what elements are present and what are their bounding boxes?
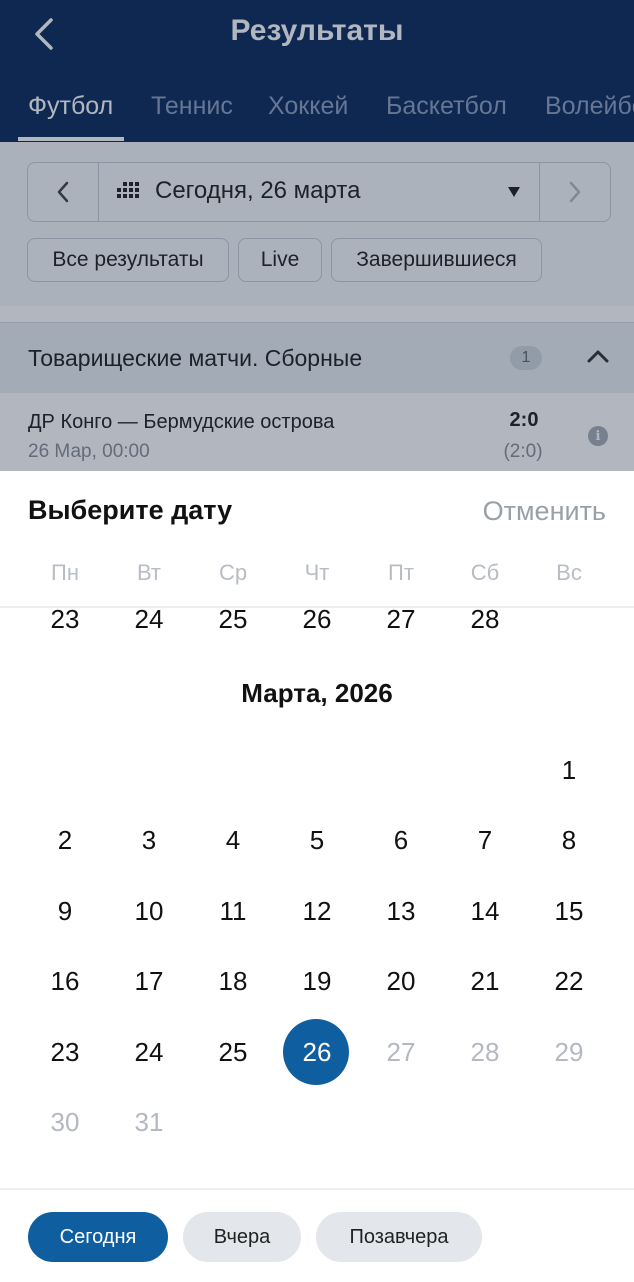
today-button[interactable]: Сегодня bbox=[28, 1212, 168, 1262]
weekday-label: Чт bbox=[304, 560, 330, 585]
modal-overlay[interactable] bbox=[0, 0, 634, 471]
calendar-day-number: 23 bbox=[50, 608, 80, 634]
calendar-day[interactable]: 10 bbox=[107, 878, 191, 944]
calendar-day-number: 5 bbox=[309, 825, 325, 855]
calendar-day-number: 17 bbox=[134, 966, 164, 996]
weekday-label: Вс bbox=[556, 560, 582, 585]
calendar-day-number: 28 bbox=[470, 1036, 500, 1067]
calendar-day-number: 24 bbox=[134, 608, 164, 634]
calendar-day[interactable]: 13 bbox=[359, 878, 443, 944]
calendar-day[interactable]: 24 bbox=[107, 1019, 191, 1085]
calendar-day-number: 18 bbox=[218, 966, 248, 996]
calendar-day: 29 bbox=[527, 1019, 611, 1085]
calendar-day-number: 3 bbox=[141, 825, 157, 855]
calendar-day-selected[interactable]: 26 bbox=[275, 1019, 359, 1085]
weekday-label: Ср bbox=[218, 560, 248, 585]
calendar-day-number: 19 bbox=[302, 966, 332, 996]
calendar-day-number: 1 bbox=[561, 754, 577, 785]
calendar-day: 27 bbox=[359, 1019, 443, 1085]
calendar-day-number: 7 bbox=[477, 825, 493, 855]
calendar-day-number: 4 bbox=[225, 825, 241, 855]
weekday-header: Пн Вт Ср Чт Пт Сб Вс bbox=[0, 560, 634, 608]
date-picker-sheet: Выберите дату Отменить Пн Вт Ср Чт Пт Сб… bbox=[0, 471, 634, 1282]
calendar-day[interactable]: 18 bbox=[191, 949, 275, 1015]
calendar-day[interactable]: 22 bbox=[527, 949, 611, 1015]
calendar-day-number: 8 bbox=[561, 825, 577, 855]
calendar-day-number: 16 bbox=[50, 966, 80, 996]
calendar-scroll-area[interactable]: Марта, 2026 23 24 25 26 27 28 1 2 3 4 5 6 7 8 9 10 11 12 1… bbox=[0, 608, 634, 1188]
calendar-day-number: 21 bbox=[470, 966, 500, 996]
calendar-day[interactable]: 15 bbox=[527, 878, 611, 944]
calendar-day-number: 25 bbox=[218, 1036, 248, 1067]
calendar-day[interactable]: 23 bbox=[23, 1019, 107, 1085]
picker-title: Выберите дату bbox=[28, 495, 233, 525]
calendar-day-number: 6 bbox=[393, 825, 409, 855]
calendar-day[interactable]: 8 bbox=[527, 808, 611, 874]
calendar-day-number: 13 bbox=[386, 895, 416, 926]
calendar-day[interactable]: 7 bbox=[443, 808, 527, 874]
calendar-day-number: 27 bbox=[386, 1036, 416, 1067]
weekday-label: Вт bbox=[136, 560, 162, 585]
calendar-day[interactable]: 21 bbox=[443, 949, 527, 1015]
calendar-day[interactable]: 3 bbox=[107, 808, 191, 874]
calendar-day-number: 30 bbox=[50, 1107, 80, 1137]
calendar-day: 30 bbox=[23, 1090, 107, 1156]
calendar-day-number: 15 bbox=[554, 895, 584, 926]
calendar-day-number: 22 bbox=[554, 966, 584, 996]
calendar-day[interactable]: 25 bbox=[191, 608, 275, 652]
calendar-day[interactable]: 16 bbox=[23, 949, 107, 1015]
weekday-label: Пн bbox=[51, 560, 79, 585]
weekday-label: Сб bbox=[470, 560, 500, 585]
calendar-day[interactable]: 5 bbox=[275, 808, 359, 874]
calendar-day-number: 31 bbox=[134, 1107, 164, 1137]
calendar-day-number: 9 bbox=[57, 895, 73, 926]
calendar-day: 31 bbox=[107, 1090, 191, 1156]
calendar-day-number: 27 bbox=[386, 608, 416, 634]
calendar-day: 28 bbox=[443, 1019, 527, 1085]
calendar-day-number: 20 bbox=[386, 966, 416, 996]
calendar-day[interactable]: 6 bbox=[359, 808, 443, 874]
weekday-label: Пт bbox=[388, 560, 414, 585]
calendar-day[interactable]: 27 bbox=[359, 608, 443, 652]
calendar-day-number: 10 bbox=[134, 895, 164, 926]
calendar-day-number: 2 bbox=[57, 825, 73, 855]
month-title: Марта, 2026 bbox=[241, 678, 393, 708]
calendar-day[interactable]: 4 bbox=[191, 808, 275, 874]
calendar-day[interactable]: 14 bbox=[443, 878, 527, 944]
calendar-day-number: 26 bbox=[302, 608, 332, 634]
calendar-day-number: 23 bbox=[50, 1036, 80, 1067]
day-before-yesterday-button[interactable]: Позавчера bbox=[316, 1212, 482, 1262]
calendar-day[interactable]: 24 bbox=[107, 608, 191, 652]
calendar-day[interactable]: 26 bbox=[275, 608, 359, 652]
calendar-day-number: 24 bbox=[134, 1036, 164, 1067]
yesterday-button[interactable]: Вчера bbox=[183, 1212, 301, 1262]
calendar-day[interactable]: 17 bbox=[107, 949, 191, 1015]
calendar-day-number: 26 bbox=[302, 1036, 332, 1067]
calendar-day-number: 29 bbox=[554, 1036, 584, 1067]
calendar-day[interactable]: 11 bbox=[191, 878, 275, 944]
calendar-day-number: 11 bbox=[219, 895, 247, 926]
calendar-day[interactable]: 12 bbox=[275, 878, 359, 944]
calendar-day[interactable]: 9 bbox=[23, 878, 107, 944]
quick-date-bar: Сегодня Вчера Позавчера bbox=[0, 1188, 634, 1282]
calendar-day[interactable]: 23 bbox=[23, 608, 107, 652]
calendar-day[interactable]: 2 bbox=[23, 808, 107, 874]
calendar-day-number: 12 bbox=[302, 895, 332, 926]
calendar-day-number: 25 bbox=[218, 608, 248, 634]
calendar-day-number: 28 bbox=[470, 608, 500, 634]
calendar-day[interactable]: 19 bbox=[275, 949, 359, 1015]
calendar-day[interactable]: 25 bbox=[191, 1019, 275, 1085]
calendar-day[interactable]: 20 bbox=[359, 949, 443, 1015]
calendar-day[interactable]: 1 bbox=[527, 737, 611, 803]
calendar-day-number: 14 bbox=[470, 895, 500, 926]
calendar-day[interactable]: 28 bbox=[443, 608, 527, 652]
cancel-button[interactable]: Отменить bbox=[483, 496, 606, 527]
